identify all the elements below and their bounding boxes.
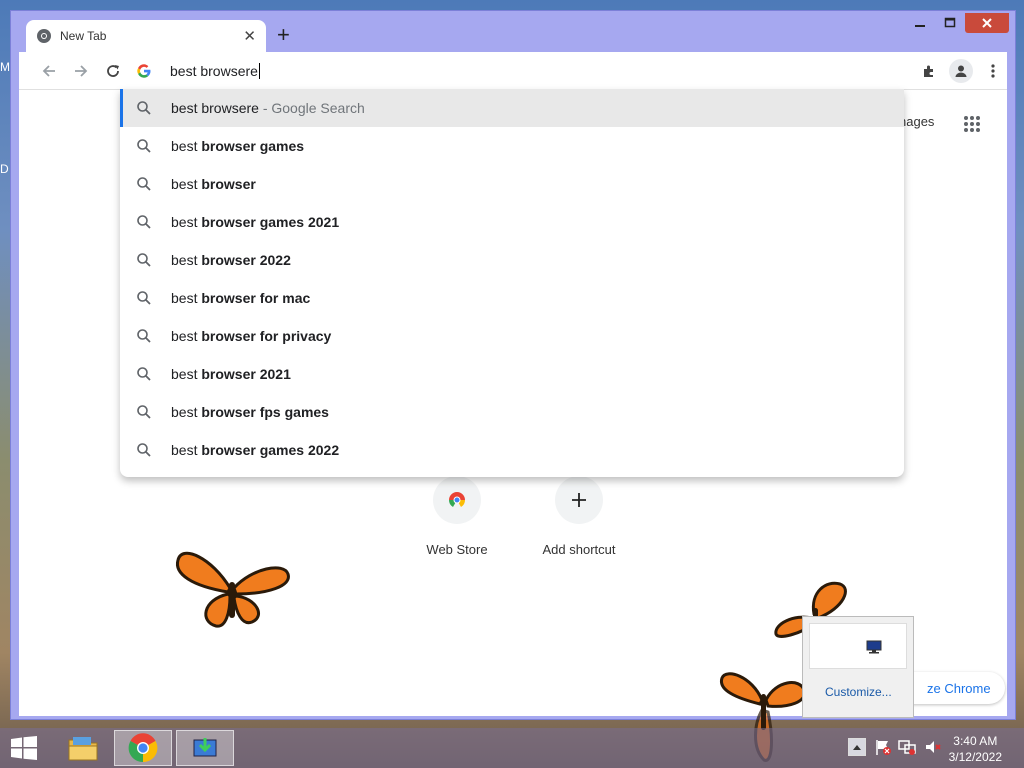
maximize-icon xyxy=(944,17,956,28)
suggestion-completion: browser 2022 xyxy=(201,252,291,268)
suggestion-completion: browser fps games xyxy=(201,404,329,420)
suggestion-item[interactable]: best browser fps games xyxy=(120,393,904,431)
suggestion-completion: browser for mac xyxy=(201,290,311,306)
address-bar[interactable]: best browsere xyxy=(120,53,904,89)
back-icon[interactable] xyxy=(37,59,61,83)
search-icon xyxy=(137,367,151,381)
customize-chrome-label: ze Chrome xyxy=(927,680,991,696)
search-icon xyxy=(137,443,151,457)
desktop-icon-label: M xyxy=(0,60,10,74)
tab-close-icon[interactable]: ✕ xyxy=(243,27,256,45)
folder-icon xyxy=(68,737,98,761)
suggestion-item[interactable]: best browser for mac xyxy=(120,279,904,317)
suggestion-prefix: best xyxy=(171,290,202,306)
suggestion-completion: browser xyxy=(201,176,256,192)
suggestion-item[interactable]: best browser games xyxy=(120,127,904,165)
tray-overflow-popup: Customize... xyxy=(802,616,914,718)
suggestion-prefix: best xyxy=(171,442,202,458)
apps-grid-icon[interactable] xyxy=(963,115,981,133)
close-icon xyxy=(982,18,992,28)
suggestion-prefix: best xyxy=(171,404,202,420)
windows-start-icon[interactable] xyxy=(10,736,38,760)
suggestion-item[interactable]: best browser games 2022 xyxy=(120,431,904,469)
chrome-icon xyxy=(128,733,158,763)
taskbar-chrome[interactable] xyxy=(114,730,172,766)
taskbar-file-explorer[interactable] xyxy=(54,730,112,766)
extensions-icon[interactable] xyxy=(917,59,941,83)
desktop-icon-label: D xyxy=(0,162,9,176)
google-g-icon xyxy=(137,64,151,78)
minimize-icon xyxy=(915,25,925,27)
profile-icon[interactable] xyxy=(949,59,973,83)
taskbar-app[interactable] xyxy=(176,730,234,766)
search-icon xyxy=(137,291,151,305)
action-center-flag-icon[interactable] xyxy=(874,738,892,756)
suggestion-completion: browser games 2022 xyxy=(201,442,340,458)
images-link[interactable]: nages xyxy=(899,114,934,129)
network-monitor-icon[interactable] xyxy=(866,640,882,654)
suggestion-completion: browser 2021 xyxy=(201,366,291,382)
clock-time: 3:40 AM xyxy=(953,734,998,748)
maximize-button[interactable] xyxy=(935,13,965,33)
search-icon xyxy=(137,329,151,343)
suggestion-item[interactable]: best browser xyxy=(120,165,904,203)
suggestion-prefix: best xyxy=(171,214,202,230)
suggestion-secondary: - Google Search xyxy=(258,100,365,116)
suggestion-item[interactable]: best browser games 2021 xyxy=(120,203,904,241)
suggestion-completion: browser games 2021 xyxy=(201,214,340,230)
suggestion-prefix: best xyxy=(171,328,202,344)
plus-icon xyxy=(555,476,603,524)
new-tab-button[interactable]: + xyxy=(277,24,290,46)
forward-icon[interactable] xyxy=(69,59,93,83)
web-store-icon xyxy=(433,476,481,524)
omnibox-suggestions: best browsere - Google Search best brows… xyxy=(120,89,904,477)
taskbar: 3:40 AM 3/12/2022 xyxy=(0,728,1024,768)
shortcut-web-store[interactable]: Web Store xyxy=(402,476,512,557)
suggestion-item[interactable]: best browsere - Google Search xyxy=(120,89,904,127)
suggestion-prefix: best xyxy=(171,176,202,192)
search-icon xyxy=(137,139,151,153)
customize-notifications-link[interactable]: Customize... xyxy=(825,685,892,699)
search-icon xyxy=(137,405,151,419)
suggestion-prefix: best xyxy=(171,138,202,154)
tab-title: New Tab xyxy=(60,29,107,43)
shortcut-label: Web Store xyxy=(426,542,488,557)
minimize-button[interactable] xyxy=(905,13,935,33)
suggestion-item[interactable]: best browser 2021 xyxy=(120,355,904,393)
shortcut-label: Add shortcut xyxy=(542,542,616,557)
chevron-up-icon xyxy=(853,745,861,750)
suggestion-completion: browser for privacy xyxy=(201,328,332,344)
add-shortcut-button[interactable]: Add shortcut xyxy=(524,476,634,557)
menu-icon[interactable] xyxy=(981,59,1005,83)
butterfly-icon xyxy=(175,551,290,628)
suggestion-item[interactable]: best browser 2022 xyxy=(120,241,904,279)
suggestion-item[interactable]: best browser for privacy xyxy=(120,317,904,355)
close-window-button[interactable] xyxy=(965,13,1009,33)
search-icon xyxy=(137,215,151,229)
download-app-icon xyxy=(193,738,217,757)
tab-new-tab[interactable]: New Tab ✕ xyxy=(26,20,266,52)
search-icon xyxy=(137,101,151,115)
chrome-icon xyxy=(37,29,51,43)
suggestion-prefix: best xyxy=(171,252,202,268)
network-icon[interactable] xyxy=(898,738,916,756)
clock-date: 3/12/2022 xyxy=(948,750,1002,764)
address-bar-text: best browsere xyxy=(170,63,260,79)
suggestion-prefix: best browsere xyxy=(171,100,259,116)
system-clock[interactable]: 3:40 AM 3/12/2022 xyxy=(949,733,1002,765)
search-icon xyxy=(137,177,151,191)
show-hidden-icons-button[interactable] xyxy=(848,738,866,756)
suggestion-prefix: best xyxy=(171,366,202,382)
suggestion-completion: browser games xyxy=(201,138,305,154)
search-icon xyxy=(137,253,151,267)
window-controls xyxy=(905,13,1009,33)
volume-muted-icon[interactable] xyxy=(924,738,942,756)
